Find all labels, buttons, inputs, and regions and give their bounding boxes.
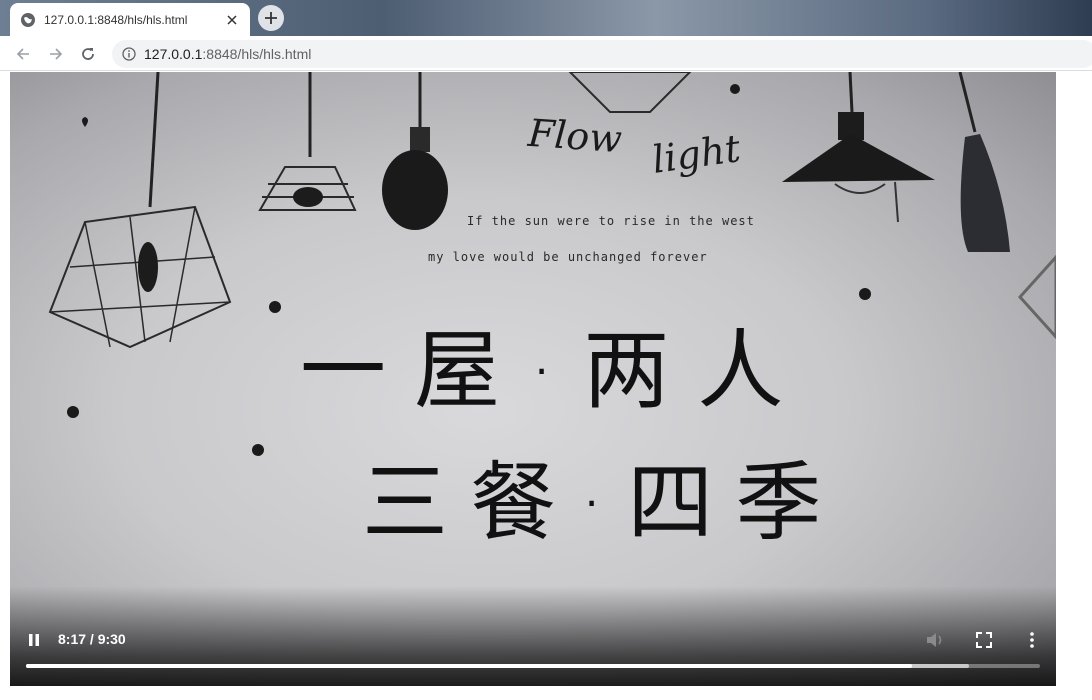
page-content: Flow light If the sun were to rise in th… (0, 72, 1092, 700)
globe-icon (20, 12, 36, 28)
back-button[interactable] (12, 43, 34, 65)
wall-text-line2: my love would be unchanged forever (428, 250, 708, 264)
reload-button[interactable] (77, 43, 99, 65)
forward-button[interactable] (45, 43, 67, 65)
info-icon[interactable] (122, 47, 136, 61)
arrow-left-icon (16, 48, 29, 60)
address-bar[interactable]: 127.0.0.1:8848/hls/hls.html (112, 40, 1092, 68)
fullscreen-icon (976, 632, 992, 648)
time-display: 8:17 / 9:30 (58, 631, 126, 647)
kebab-menu-icon (1030, 632, 1034, 648)
browser-tab[interactable]: 127.0.0.1:8848/hls/hls.html (10, 3, 250, 36)
browser-toolbar: 127.0.0.1:8848/hls/hls.html (0, 36, 1092, 71)
tab-strip: 127.0.0.1:8848/hls/hls.html (0, 0, 1092, 36)
pause-button[interactable] (24, 630, 44, 650)
fullscreen-button[interactable] (973, 629, 995, 651)
wall-text-flow: Flow (526, 110, 624, 162)
played-range (26, 664, 912, 668)
url-host: 127.0.0.1 (144, 46, 203, 62)
url-text: 127.0.0.1:8848/hls/hls.html (144, 46, 311, 62)
url-path: :8848/hls/hls.html (202, 46, 312, 62)
mute-button[interactable] (924, 629, 946, 651)
wall-text-cn2: 三餐·四季 (362, 453, 844, 553)
plus-icon (265, 12, 277, 24)
arrow-right-icon (50, 48, 63, 60)
tab-title: 127.0.0.1:8848/hls/hls.html (44, 12, 188, 27)
video-player[interactable]: Flow light If the sun were to rise in th… (10, 72, 1056, 686)
pause-icon (29, 634, 39, 646)
reload-icon (82, 48, 94, 60)
new-tab-button[interactable] (258, 5, 284, 31)
wall-text-line1: If the sun were to rise in the west (467, 214, 755, 228)
wall-text-cn1: 一屋·两人 (300, 321, 812, 421)
close-tab-icon[interactable] (224, 12, 240, 28)
controls-overlay (10, 586, 1056, 686)
progress-bar[interactable] (26, 664, 1040, 668)
more-options-button[interactable] (1021, 629, 1043, 651)
volume-icon (927, 633, 942, 647)
